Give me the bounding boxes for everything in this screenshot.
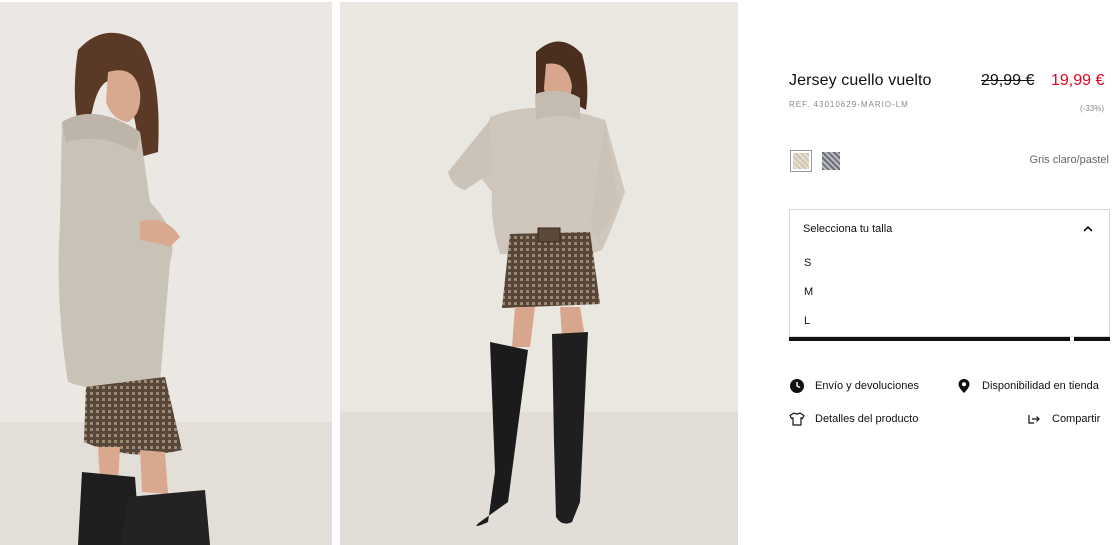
tshirt-icon <box>789 411 805 427</box>
product-photo-side[interactable] <box>0 2 332 545</box>
size-option-m[interactable]: M <box>804 286 813 298</box>
swatch-fill <box>793 153 809 169</box>
product-details-link[interactable]: Detalles del producto <box>789 411 918 427</box>
shipping-returns-label: Envío y devoluciones <box>815 380 919 392</box>
share-arrow-icon <box>1026 411 1042 427</box>
selected-color-name: Gris claro/pastel <box>1029 154 1109 166</box>
chevron-up-icon[interactable] <box>1083 224 1093 234</box>
discount-badge: (-33%) <box>1080 104 1105 113</box>
store-availability-link[interactable]: Disponibilidad en tienda <box>956 378 1099 394</box>
favorite-button[interactable] <box>1074 337 1110 341</box>
product-reference: REF. 43010629-MARIO-LM <box>789 100 909 109</box>
size-option-s[interactable]: S <box>804 257 811 269</box>
store-availability-label: Disponibilidad en tienda <box>982 380 1099 392</box>
color-swatch[interactable] <box>822 152 840 170</box>
original-price: 29,99 € <box>981 72 1035 89</box>
size-option-l[interactable]: L <box>804 315 810 327</box>
sale-price: 19,99 € <box>1051 72 1105 89</box>
product-photo-front[interactable] <box>340 2 738 545</box>
shipping-returns-link[interactable]: Envío y devoluciones <box>789 378 919 394</box>
add-to-bag-button[interactable] <box>789 337 1070 341</box>
product-details-label: Detalles del producto <box>815 413 919 425</box>
share-link[interactable]: Compartir <box>1026 411 1100 427</box>
location-pin-icon <box>956 378 972 394</box>
size-dropdown-label: Selecciona tu talla <box>803 223 893 235</box>
product-title: Jersey cuello vuelto <box>789 72 932 89</box>
color-swatch-selected[interactable] <box>790 150 812 172</box>
size-dropdown[interactable]: Selecciona tu talla S M L <box>789 209 1110 337</box>
clock-icon <box>789 378 805 394</box>
share-label: Compartir <box>1052 413 1101 425</box>
